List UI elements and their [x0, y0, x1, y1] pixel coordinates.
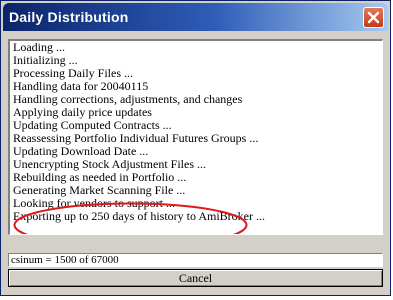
- window-title: Daily Distribution: [9, 9, 129, 25]
- title-bar[interactable]: Daily Distribution: [3, 3, 388, 31]
- close-icon: [367, 11, 380, 24]
- close-button[interactable]: [363, 7, 384, 28]
- status-field: csinum = 1500 of 67000: [8, 253, 383, 267]
- log-output[interactable]: Loading ... Initializing ... Processing Da…: [8, 39, 383, 235]
- cancel-button[interactable]: Cancel: [8, 269, 383, 287]
- highlight-ellipse: [13, 202, 248, 234]
- log-lines: Loading ... Initializing ... Processing Da…: [13, 41, 265, 223]
- daily-distribution-dialog: Daily Distribution Loading ... Initializi…: [0, 0, 391, 296]
